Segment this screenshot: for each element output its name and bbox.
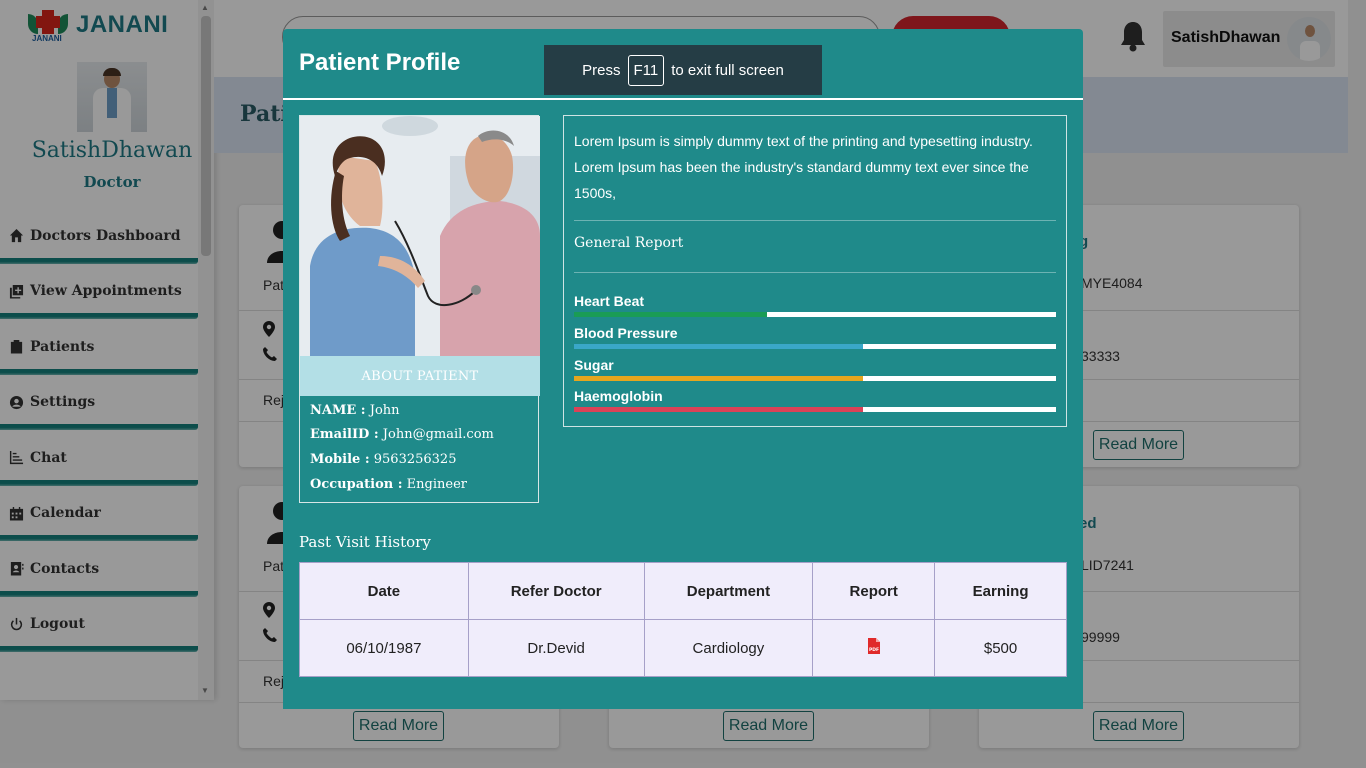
general-report-heading: General Report (574, 235, 684, 251)
email-label: EmailID : (310, 427, 379, 442)
f11-key: F11 (627, 54, 665, 86)
column-header-report[interactable]: Report (812, 562, 936, 620)
progress-bar (574, 312, 1056, 317)
metric-haemoglobin: Haemoglobin (574, 388, 1056, 412)
patient-email-value: John@gmail.com (382, 427, 494, 442)
metric-label: Heart Beat (574, 293, 645, 309)
patient-profile-modal: Patient Profile ABOUT PATIENT NAME : Joh… (283, 29, 1083, 709)
modal-title: Patient Profile (299, 49, 461, 76)
progress-bar (574, 344, 1056, 349)
visit-doctor: Dr.Devid (467, 619, 645, 677)
about-patient-card: ABOUT PATIENT NAME : John EmailID : John… (299, 115, 540, 503)
visit-department: Cardiology (643, 619, 814, 677)
fullscreen-toast: Press F11 to exit full screen (544, 45, 822, 95)
past-visit-heading: Past Visit History (299, 533, 431, 551)
patient-occupation-row: Occupation : Engineer (310, 477, 467, 492)
metric-sugar: Sugar (574, 357, 1056, 381)
divider (574, 272, 1056, 273)
patient-occupation-value: Engineer (406, 477, 467, 492)
visit-history-table: Date Refer Doctor Department Report Earn… (299, 562, 1067, 677)
column-header-date[interactable]: Date (299, 562, 469, 620)
patient-mobile-row: Mobile : 9563256325 (310, 452, 456, 467)
name-label: NAME : (310, 403, 366, 418)
patient-description: Lorem Ipsum is simply dummy text of the … (574, 133, 1033, 201)
patient-name-row: NAME : John (310, 403, 400, 418)
metric-label: Blood Pressure (574, 325, 678, 341)
patient-email-row: EmailID : John@gmail.com (310, 427, 494, 442)
pdf-icon[interactable]: PDF (867, 638, 881, 654)
metric-blood-pressure: Blood Pressure (574, 325, 1056, 349)
progress-fill (574, 376, 864, 381)
progress-fill (574, 407, 864, 412)
patient-name-value: John (369, 403, 400, 418)
progress-bar (574, 376, 1056, 381)
divider (574, 220, 1056, 221)
metric-label: Haemoglobin (574, 388, 663, 404)
metric-heart-beat: Heart Beat (574, 293, 1056, 317)
general-report-panel: Lorem Ipsum is simply dummy text of the … (563, 115, 1067, 427)
progress-bar (574, 407, 1056, 412)
column-header-earning[interactable]: Earning (934, 562, 1067, 620)
column-header-department[interactable]: Department (643, 562, 814, 620)
table-header-row: Date Refer Doctor Department Report Earn… (299, 562, 1067, 620)
patient-mobile-value: 9563256325 (373, 452, 457, 467)
divider (283, 98, 1083, 100)
progress-fill (574, 344, 864, 349)
mobile-label: Mobile : (310, 452, 370, 467)
visit-date: 06/10/1987 (299, 619, 469, 677)
toast-suffix-text: to exit full screen (671, 61, 784, 79)
visit-earning: $500 (934, 619, 1067, 677)
table-row: 06/10/1987 Dr.Devid Cardiology PDF $500 (299, 619, 1067, 677)
patient-photo (300, 116, 540, 356)
occupation-label: Occupation : (310, 477, 403, 492)
progress-fill (574, 312, 767, 317)
svg-text:PDF: PDF (869, 647, 879, 653)
toast-press-text: Press (582, 61, 621, 79)
visit-report-cell: PDF (812, 619, 936, 677)
metric-label: Sugar (574, 357, 614, 373)
column-header-refer-doctor[interactable]: Refer Doctor (467, 562, 645, 620)
about-patient-heading: ABOUT PATIENT (300, 356, 540, 396)
